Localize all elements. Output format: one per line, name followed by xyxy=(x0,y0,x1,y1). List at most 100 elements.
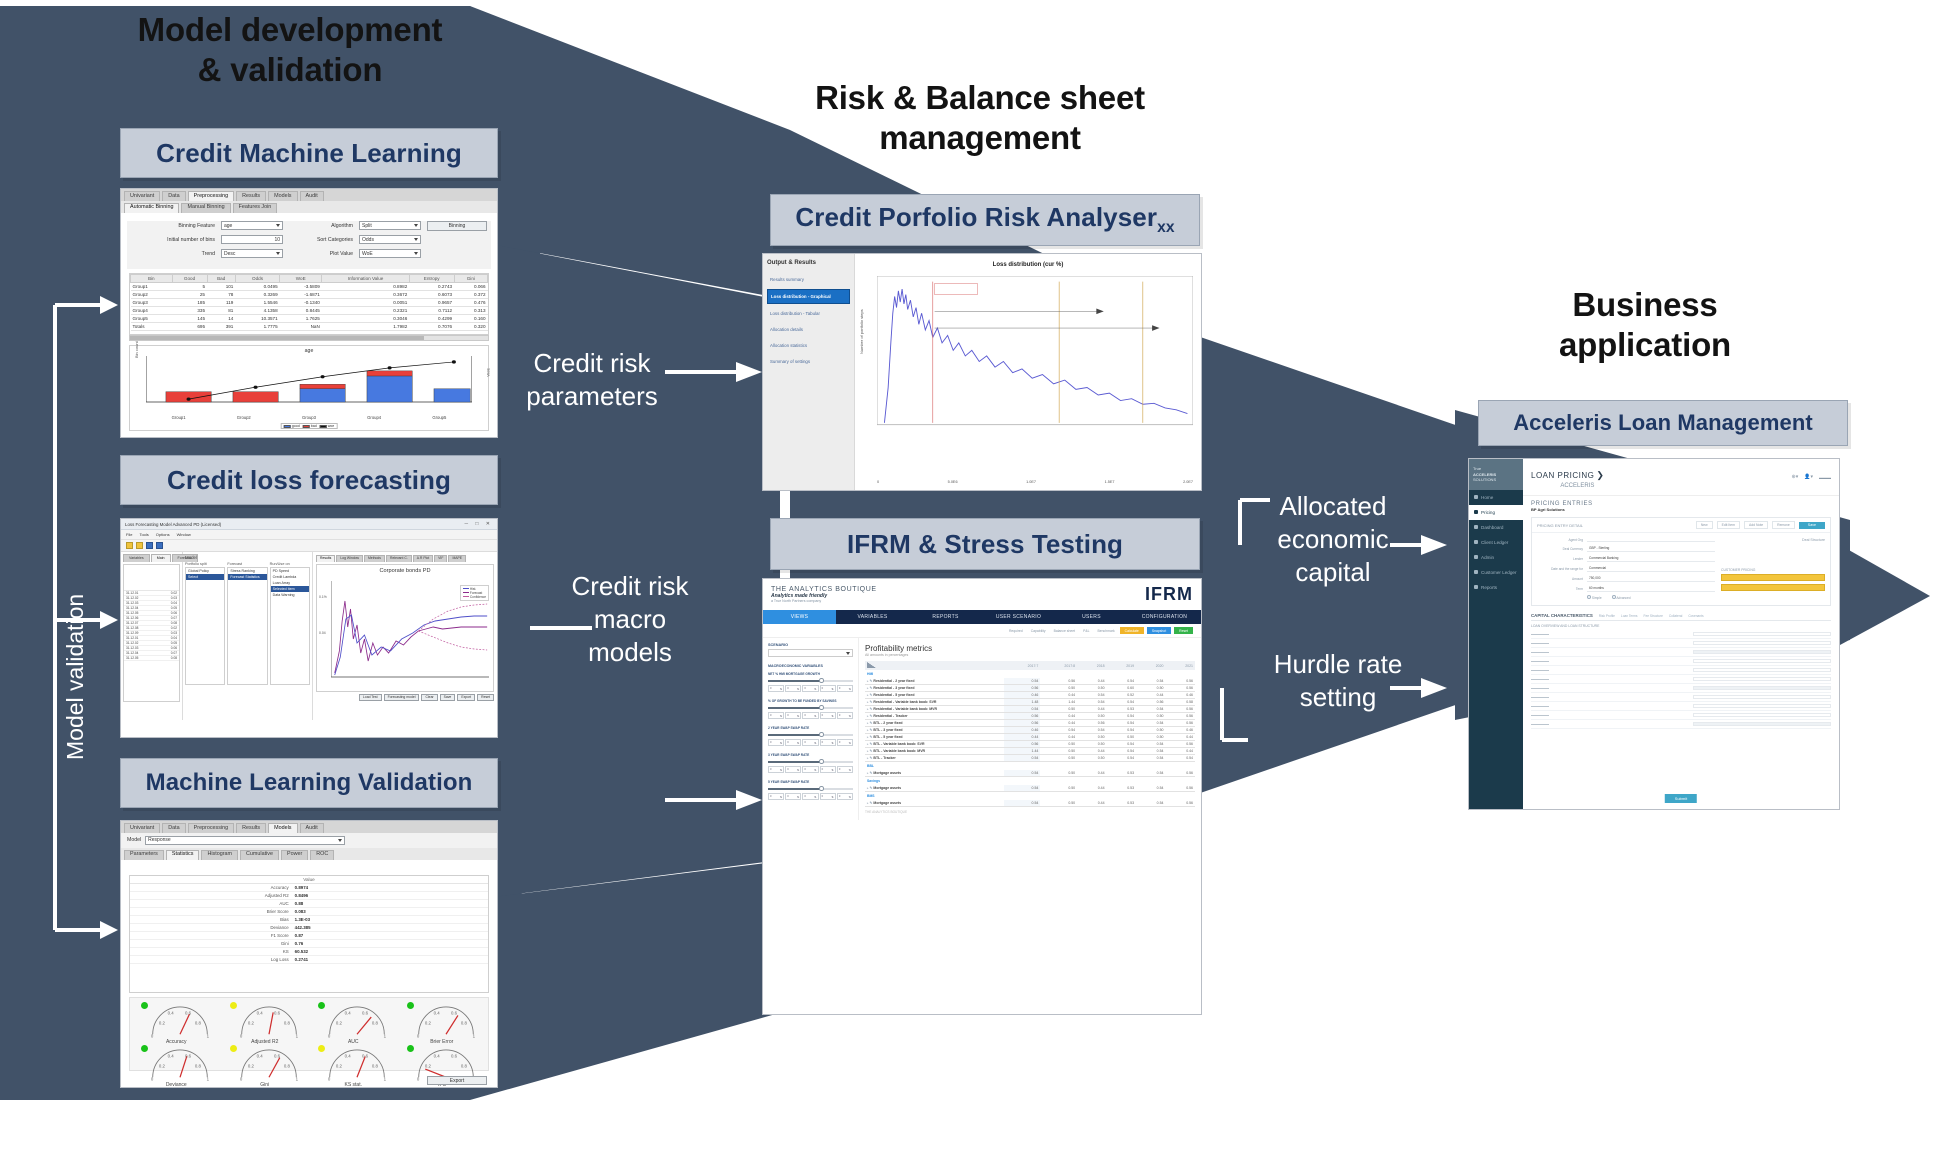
tab-univariant[interactable]: Univariant xyxy=(124,823,161,833)
expand-icon[interactable]: ▸ xyxy=(867,714,869,718)
right-tab[interactable]: Methods xyxy=(363,555,385,562)
sidebar-item-dashboard[interactable]: Dashboard xyxy=(1469,520,1523,535)
toolbar-button[interactable]: Edit Item xyxy=(1716,521,1741,529)
plaque-ifrm-stress-testing[interactable]: IFRM & Stress Testing xyxy=(770,518,1200,570)
run-icon[interactable] xyxy=(146,542,153,549)
sidebar-item[interactable]: Allocation statistics xyxy=(767,339,850,352)
footer-buttons[interactable]: Load Test Forecasting model Clear Save Expor… xyxy=(316,693,494,701)
subtab-cumulative[interactable]: Cumulative xyxy=(240,849,279,860)
stepper-input[interactable]: 0 ⇅ xyxy=(768,685,785,692)
stepper-input[interactable]: 0 ⇅ xyxy=(836,712,854,719)
toolbar-button[interactable]: Add Note xyxy=(1744,521,1769,529)
nav-item-user-scenario[interactable]: USER SCENARIO xyxy=(982,610,1055,624)
stepper-input[interactable]: 0 ⇅ xyxy=(785,793,802,800)
stepper-input[interactable]: 0 ⇅ xyxy=(802,712,819,719)
stepper-input[interactable]: 0 ⇅ xyxy=(768,766,785,773)
stepper-input[interactable]: 0 ⇅ xyxy=(802,766,819,773)
radio-icon[interactable] xyxy=(1611,595,1616,599)
tab-models[interactable]: Models xyxy=(268,191,298,201)
macro-variable-control[interactable]: 2 YEAR SWAP SWAP RATE 0 ⇅ 0 ⇅ 0 ⇅ 0 ⇅ 0 ⇅ xyxy=(768,726,854,746)
screenshot-credit-machine-learning[interactable]: Univariant Data Preprocessing Results Mo… xyxy=(120,188,498,438)
sidebar-item[interactable]: Allocation details xyxy=(767,323,850,336)
footer-button[interactable]: Export xyxy=(457,693,476,701)
expand-icon[interactable]: ▸ xyxy=(867,700,869,704)
menu-item[interactable]: File xyxy=(126,532,132,537)
edit-icon[interactable]: ✎ xyxy=(870,686,873,690)
stepper-input[interactable]: 0 ⇅ xyxy=(768,739,785,746)
tab-preprocessing[interactable]: Preprocessing xyxy=(187,823,235,833)
macro-variable-control[interactable]: NET % HMI MORTGAGE GROWTH 0 ⇅ 0 ⇅ 0 ⇅ 0 ⇅ 0 ⇅ xyxy=(768,672,854,692)
right-tab[interactable]: Results xyxy=(316,555,336,562)
ifrm-navbar[interactable]: VIEWS VARIABLES REPORTS USER SCENARIO USERS C… xyxy=(763,610,1201,624)
sidebar-item-admin[interactable]: Admin xyxy=(1469,550,1523,565)
stepper-input[interactable]: 0 ⇅ xyxy=(802,739,819,746)
expand-icon[interactable]: ▸ xyxy=(867,742,869,746)
edit-icon[interactable]: ✎ xyxy=(870,700,873,704)
subtab-histogram[interactable]: Histogram xyxy=(201,849,239,860)
edit-icon[interactable]: ✎ xyxy=(870,679,873,683)
edit-icon[interactable]: ✎ xyxy=(870,707,873,711)
field-value[interactable] xyxy=(1587,539,1715,542)
tab-univariant[interactable]: Univariant xyxy=(124,191,161,201)
field-value[interactable]: 60 months xyxy=(1587,585,1715,592)
submit-button[interactable]: Submit xyxy=(1664,794,1698,803)
select-model[interactable]: Response xyxy=(145,835,346,845)
tab-data[interactable]: Data xyxy=(162,191,186,201)
screenshot-credit-portfolio-risk-analyser[interactable]: Output & Results Results summary Loss dis… xyxy=(762,253,1202,491)
user-icon[interactable]: 👤▾ xyxy=(1804,474,1813,480)
section-tab[interactable]: Fee Structure xyxy=(1644,614,1663,618)
sidebar-item[interactable]: Loss distribution - Tabular xyxy=(767,307,850,320)
edit-icon[interactable]: ✎ xyxy=(870,693,873,697)
sidebar-item-pricing[interactable]: Pricing xyxy=(1469,504,1523,520)
expand-icon[interactable]: ▸ xyxy=(867,756,869,760)
section-tabs[interactable]: Risk Profile Loan Terms Fee Structure Colla… xyxy=(1599,614,1704,618)
expand-icon[interactable]: ▸ xyxy=(867,771,869,775)
select-algorithm[interactable]: Split xyxy=(359,221,421,230)
expand-icon[interactable]: ▸ xyxy=(867,707,869,711)
group-label[interactable]: BBL xyxy=(865,762,1195,771)
expand-icon[interactable]: ▸ xyxy=(867,786,869,790)
section-tab[interactable]: Loan Terms xyxy=(1621,614,1638,618)
toolbar-link[interactable]: P&L xyxy=(1083,629,1089,633)
stepper-input[interactable]: 0 ⇅ xyxy=(785,766,802,773)
chevron-right-icon[interactable]: ❯ xyxy=(1596,470,1604,481)
right-tabbar[interactable]: Results Log Window Methods Relevant C. A.R P… xyxy=(316,555,494,562)
tabbar-sub[interactable]: Automatic Binning Manual Binning Feature… xyxy=(121,200,497,213)
left-tab[interactable]: Main xyxy=(150,554,171,562)
footer-button[interactable]: Save xyxy=(439,693,456,701)
edit-icon[interactable]: ✎ xyxy=(870,771,873,775)
nav-item-variables[interactable]: VARIABLES xyxy=(836,610,909,624)
screenshot-machine-learning-validation[interactable]: Univariant Data Preprocessing Results Models… xyxy=(120,820,498,1088)
sidebar-item-reports[interactable]: Reports xyxy=(1469,580,1523,595)
toolbar-button[interactable]: Remove xyxy=(1772,521,1795,529)
subtab-power[interactable]: Power xyxy=(281,849,309,860)
sidebar-item-customer-ledger[interactable]: Customer Ledger xyxy=(1469,565,1523,580)
binning-button[interactable]: Binning xyxy=(427,221,487,231)
menu-item[interactable]: Tools xyxy=(139,532,148,537)
plaque-machine-learning-validation[interactable]: Machine Learning Validation xyxy=(120,758,498,808)
toolbar-buttons[interactable]: Calculate Snapshot Reset xyxy=(1119,627,1193,634)
expand-icon[interactable]: ▸ xyxy=(867,686,869,690)
tab-preprocessing[interactable]: Preprocessing xyxy=(187,191,235,201)
stepper-input[interactable]: 0 ⇅ xyxy=(785,685,802,692)
tab-audit[interactable]: Audit xyxy=(299,823,324,833)
nav-item-views[interactable]: VIEWS xyxy=(763,610,836,624)
expand-icon[interactable]: ▸ xyxy=(867,721,869,725)
right-tab[interactable]: Relevant C. xyxy=(386,555,412,562)
input-initial-bins[interactable]: 10 xyxy=(221,235,283,244)
tabbar-main[interactable]: Univariant Data Preprocessing Results Mo… xyxy=(121,189,497,201)
sidebar-item-home[interactable]: Home xyxy=(1469,490,1523,505)
open-icon[interactable] xyxy=(126,542,133,549)
nav-item-users[interactable]: USERS xyxy=(1055,610,1128,624)
macro-variable-control[interactable]: 3 YEAR SWAP SWAP RATE 0 ⇅ 0 ⇅ 0 ⇅ 0 ⇅ 0 ⇅ xyxy=(768,753,854,773)
toolbar-link[interactable]: Benchmark xyxy=(1098,629,1115,633)
section-tab[interactable]: Risk Profile xyxy=(1599,614,1615,618)
acceleris-sidebar[interactable]: True ACCELERIS SOLUTIONS Home Pricing Dashbo… xyxy=(1469,459,1523,809)
tabbar-sub[interactable]: Parameters Statistics Histogram Cumulative P… xyxy=(121,847,497,860)
select-plot-value[interactable]: WoE xyxy=(359,249,421,258)
plaque-credit-portfolio-risk-analyser[interactable]: Credit Porfolio Risk Analyserxx xyxy=(770,194,1200,246)
expand-icon[interactable]: ▸ xyxy=(867,728,869,732)
settings-icon[interactable] xyxy=(156,542,163,549)
screenshot-acceleris-loan-management[interactable]: True ACCELERIS SOLUTIONS Home Pricing Dashbo… xyxy=(1468,458,1840,810)
right-tab[interactable]: VIF xyxy=(434,555,448,562)
